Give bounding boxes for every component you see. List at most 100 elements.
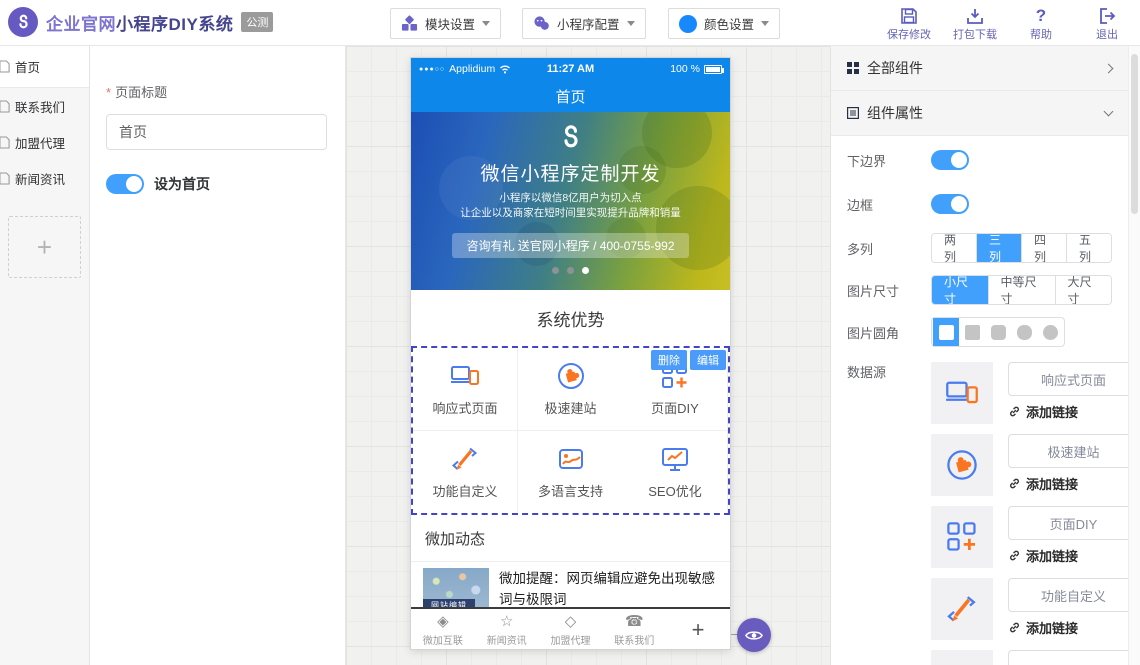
news-thumbnail: 网站编辑 (423, 568, 489, 607)
responsive-page-icon (450, 361, 480, 391)
carousel-dot[interactable] (567, 267, 574, 274)
carousel-dot[interactable] (552, 267, 559, 274)
eye-icon (745, 629, 763, 642)
data-source-thumb[interactable] (931, 578, 993, 640)
tab-agency[interactable]: ◇ 加盟代理 (539, 609, 603, 650)
news-list-item[interactable]: 网站编辑 微加提醒：网页编辑应避免出现敏感词与极限词 (411, 562, 730, 607)
page-title-input[interactable] (106, 114, 327, 150)
columns-option-3-selected[interactable]: 三列 (976, 234, 1021, 262)
add-page-button[interactable]: + (8, 216, 81, 278)
feature-label: 页面DIY (651, 398, 699, 417)
download-button[interactable]: 打包下载 (948, 5, 1002, 42)
help-button[interactable]: ? 帮助 (1014, 5, 1068, 42)
add-link-button[interactable]: 添加链接 (1008, 618, 1128, 637)
save-button[interactable]: 保存修改 (882, 5, 936, 42)
feature-cell-custom-function[interactable]: 功能自定义 (413, 431, 518, 514)
radius-option-more-rounded[interactable] (1011, 318, 1037, 346)
data-source-fields: 功能自定义 添加链接 (1008, 578, 1128, 640)
bottom-border-toggle[interactable] (931, 150, 969, 170)
image-radius-row: 图片圆角 (847, 317, 1112, 347)
tab-weijia[interactable]: ◈ 微加互联 (411, 609, 475, 650)
columns-option-4[interactable]: 四列 (1021, 234, 1066, 262)
data-source-row-partial (931, 650, 1128, 665)
data-source-title-input[interactable] (1008, 650, 1128, 665)
page-doc-icon (0, 100, 10, 113)
feature-grid-component-selected[interactable]: 删除 编辑 响应式页面 极速建站 (411, 346, 730, 515)
module-settings-dropdown[interactable]: 模块设置 (390, 8, 501, 39)
miniprogram-config-dropdown[interactable]: 小程序配置 (522, 8, 646, 39)
gem-icon: ◈ (437, 614, 449, 630)
feature-cell-multi-language[interactable]: 多语言支持 (518, 431, 623, 514)
border-toggle[interactable] (931, 194, 969, 214)
radius-option-rounded[interactable] (985, 318, 1011, 346)
scrollbar-thumb[interactable] (1131, 54, 1138, 214)
data-source-title-input[interactable]: 响应式页面 (1008, 362, 1128, 396)
download-icon (966, 5, 984, 25)
pages-sidebar: 首页 联系我们 加盟代理 新闻资讯 + (0, 46, 90, 665)
image-size-medium[interactable]: 中等尺寸 (988, 276, 1055, 304)
star-icon: ☆ (500, 614, 513, 630)
app-root: 企业官网小程序DIY系统 公测 模块设置 小程序配置 颜色设置 (0, 0, 1140, 665)
delete-component-button[interactable]: 删除 (651, 350, 687, 370)
data-source-title-input[interactable]: 极速建站 (1008, 434, 1128, 468)
sidebar-item-home[interactable]: 首页 (0, 46, 89, 88)
image-size-large[interactable]: 大尺寸 (1055, 276, 1112, 304)
image-size-small-selected[interactable]: 小尺寸 (932, 276, 988, 304)
exit-button[interactable]: 退出 (1080, 5, 1134, 42)
caret-down-icon (627, 21, 635, 26)
app-title-primary: 企业官网 (46, 15, 116, 34)
banner-promo-pill: 咨询有礼 送官网小程序 / 400-0755-992 (452, 233, 688, 258)
news-section-header: 微加动态 (411, 515, 730, 562)
sidebar-item-agency[interactable]: 加盟代理 (0, 124, 89, 160)
border-row: 边框 (847, 194, 1112, 214)
tab-contact[interactable]: ☎ 联系我们 (602, 609, 666, 650)
add-link-button[interactable]: 添加链接 (1008, 402, 1128, 421)
data-source-fields: 页面DIY 添加链接 (1008, 506, 1128, 568)
tab-label: 加盟代理 (550, 632, 590, 647)
data-source-title-input[interactable]: 页面DIY (1008, 506, 1128, 540)
page-doc-icon (0, 172, 10, 185)
data-source-thumb[interactable] (931, 434, 993, 496)
all-components-header[interactable]: 全部组件 (831, 46, 1128, 91)
tab-add[interactable]: + (666, 609, 730, 650)
feature-cell-seo[interactable]: SEO优化 (623, 431, 728, 514)
component-props-header[interactable]: 组件属性 (831, 91, 1128, 136)
sidebar-item-contact[interactable]: 联系我们 (0, 88, 89, 124)
data-source-title-input[interactable]: 功能自定义 (1008, 578, 1128, 612)
fast-build-icon (945, 448, 979, 482)
chevron-down-icon (1104, 107, 1114, 117)
sidebar-item-label: 新闻资讯 (15, 169, 65, 188)
banner-slide[interactable]: 微信小程序定制开发 小程序以微信8亿用户为切入点 让企业以及商家在短时间里实现提… (411, 112, 730, 290)
add-link-button[interactable]: 添加链接 (1008, 546, 1128, 565)
add-link-button[interactable]: 添加链接 (1008, 474, 1128, 493)
page-scrollbar[interactable] (1128, 46, 1140, 665)
radius-option-slight[interactable] (959, 318, 985, 346)
tab-news[interactable]: ☆ 新闻资讯 (475, 609, 539, 650)
radius-option-square-selected[interactable] (933, 318, 959, 346)
columns-option-2[interactable]: 两列 (932, 234, 976, 262)
caret-down-icon (761, 21, 769, 26)
feature-cell-fast-build[interactable]: 极速建站 (518, 348, 623, 431)
sidebar-item-news[interactable]: 新闻资讯 (0, 160, 89, 196)
fast-build-icon (556, 361, 586, 391)
news-title: 微加提醒：网页编辑应避免出现敏感词与极限词 (499, 568, 722, 607)
action-label: 帮助 (1030, 26, 1052, 42)
image-radius-label: 图片圆角 (847, 323, 931, 342)
top-bar: 企业官网小程序DIY系统 公测 模块设置 小程序配置 颜色设置 (0, 0, 1140, 46)
data-source-thumb[interactable] (931, 650, 993, 665)
data-source-thumb[interactable] (931, 362, 993, 424)
feature-label: 多语言支持 (538, 481, 603, 500)
app-title: 企业官网小程序DIY系统 (46, 10, 233, 35)
set-home-toggle[interactable] (106, 174, 144, 194)
color-settings-dropdown[interactable]: 颜色设置 (668, 8, 780, 39)
preview-button[interactable] (737, 618, 771, 652)
multi-language-icon (556, 444, 586, 474)
image-size-segmented-control: 小尺寸 中等尺寸 大尺寸 (931, 275, 1112, 305)
radius-option-circle[interactable] (1037, 318, 1063, 346)
carousel-dot-active[interactable] (582, 267, 589, 274)
columns-option-5[interactable]: 五列 (1066, 234, 1111, 262)
data-source-thumb[interactable] (931, 506, 993, 568)
edit-component-button[interactable]: 编辑 (690, 350, 726, 370)
feature-cell-responsive[interactable]: 响应式页面 (413, 348, 518, 431)
phone-tab-bar: ◈ 微加互联 ☆ 新闻资讯 ◇ 加盟代理 ☎ 联系我们 + (411, 609, 730, 650)
